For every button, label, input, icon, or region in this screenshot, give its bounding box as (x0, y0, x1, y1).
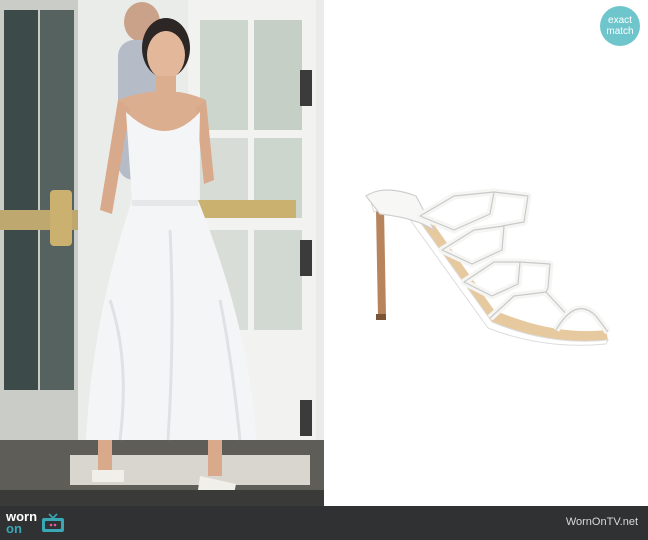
scene-photo (0, 0, 324, 506)
site-logo[interactable]: worn on (6, 510, 65, 536)
logo-wordmark: worn on (6, 510, 37, 536)
badge-line-2: match (606, 26, 634, 37)
footer-bar: worn on WornOnTV.net (0, 506, 648, 540)
product-panel: exact match (324, 0, 648, 506)
logo-word-2: on (6, 521, 22, 536)
exact-match-badge: exact match (600, 6, 640, 46)
white-caged-sandal-image (365, 188, 611, 346)
scene-illustration (0, 0, 324, 506)
badge-line-1: exact (608, 15, 632, 26)
site-url[interactable]: WornOnTV.net (566, 516, 638, 528)
tv-icon (42, 513, 65, 532)
